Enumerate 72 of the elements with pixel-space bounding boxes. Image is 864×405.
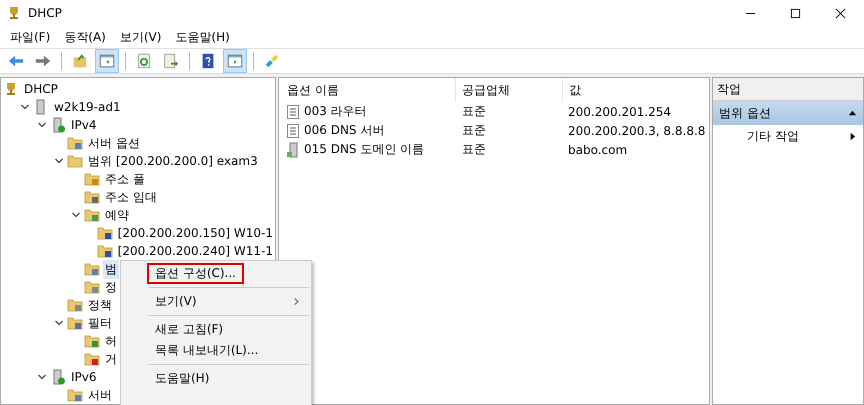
chevron-down-icon[interactable] [54,156,64,166]
tree-item[interactable]: 정책 [86,296,114,314]
chevron-down-icon[interactable] [37,120,47,130]
tree-item[interactable]: 예약 [103,206,131,224]
tree-item[interactable]: 서버 옵션 [86,134,142,152]
table-cell-text: 006 DNS 서버 [303,122,386,139]
chevron-down-icon[interactable] [54,318,64,328]
menu-item[interactable]: 동작(A) [64,28,106,46]
window-title: DHCP [28,6,62,20]
tree-item[interactable]: IPv6 [69,369,99,385]
menu-item[interactable]: 도움말(H) [175,28,230,46]
table-cell-text: 015 DNS 도메인 이름 [303,141,426,158]
menu-item[interactable]: 보기(V) [147,291,309,312]
pane-toggle-icon[interactable] [223,49,247,73]
tree-item[interactable]: IPv4 [69,117,99,133]
column-header[interactable]: 값 [563,78,709,102]
tree-item[interactable]: 필터 [86,314,114,332]
menu-item[interactable]: 목록 내보내기(L)... [147,340,309,361]
menu-item[interactable]: 도움말(H) [147,368,309,389]
maximize-icon[interactable] [790,8,801,19]
tree-item[interactable]: 범 [103,260,119,278]
tree-item[interactable]: 허 [103,332,119,350]
tree-item[interactable]: 서버 [86,386,114,404]
tree-item[interactable]: w2k19-ad1 [52,99,123,115]
pane-toggle-icon[interactable] [95,49,119,73]
folder-icon [84,261,100,277]
folder-icon [84,189,100,205]
table-cell-text: 표준 [461,122,487,139]
folder-icon [96,243,113,259]
chevron-down-icon[interactable] [37,372,47,382]
actions-title: 작업 [713,78,863,101]
actions-section-header[interactable]: 범위 옵션 [713,101,863,125]
folder-icon [67,315,83,331]
chevron-down-icon[interactable] [71,210,81,220]
folder-icon [67,153,83,169]
chevron-right-icon [292,297,301,306]
close-icon[interactable] [835,8,846,19]
table-cell-text: babo.com [567,142,628,156]
menu-item[interactable]: 보기(V) [120,28,162,46]
list-document-icon [285,122,301,138]
folder-icon [84,207,100,223]
folder-icon [84,333,100,349]
tree-item[interactable]: 범위 [200.200.200.0] exam3 [86,152,260,170]
table-cell-text: 표준 [461,141,487,158]
menu-item[interactable]: 파일(F) [10,28,50,46]
folder-icon [67,387,83,403]
tree-item[interactable]: 주소 풀 [103,170,147,188]
tree-item[interactable]: 거 [103,350,119,368]
folder-icon [67,297,83,313]
chevron-down-icon[interactable] [20,102,30,112]
folder-icon [84,351,100,367]
list-document-icon [285,104,301,120]
tree-item[interactable]: 주소 임대 [103,188,159,206]
table-cell-text: 표준 [461,103,487,120]
tree-item[interactable]: 정 [103,278,119,296]
column-header[interactable]: 공급업체 [456,78,563,102]
folder-icon [96,225,113,241]
folder-icon [84,171,100,187]
table-cell-text: 200.200.200.3, 8.8.8.8 [567,124,706,138]
folder-icon [67,135,83,151]
action-item[interactable]: 기타 작업 [713,125,863,147]
column-header[interactable]: 옵션 이름 [287,78,456,102]
menu-item[interactable]: 새로 고침(F) [147,319,309,340]
submenu-triangle-icon [848,132,857,140]
table-cell-text: 003 라우터 [303,103,368,120]
tree-item[interactable]: [200.200.200.150] W10-1 [116,225,275,241]
folder-icon [84,279,100,295]
table-cell-text: 200.200.201.254 [567,104,672,118]
tree-item[interactable]: [200.200.200.240] W11-1 [116,243,275,259]
menu-item[interactable]: 옵션 구성(C)... [147,263,244,284]
tree-item[interactable]: DHCP [22,81,60,97]
collapse-triangle-icon [848,108,857,118]
